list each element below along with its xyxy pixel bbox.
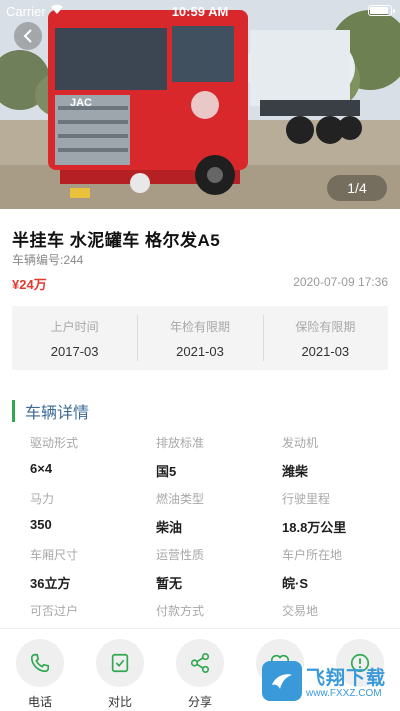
vehicle-title: 半挂车 水泥罐车 格尔发A5 bbox=[12, 231, 221, 250]
details-grid: 驱动形式 排放标准 发动机 6×4 国5 潍柴 马力 燃油类型 行驶里程 350… bbox=[30, 428, 400, 624]
detail-value: 18.8万公里 bbox=[282, 520, 347, 535]
compare-icon bbox=[96, 639, 144, 687]
detail-label: 排放标准 bbox=[156, 436, 205, 450]
key-date-insurance: 保险有限期 2021-03 bbox=[262, 306, 388, 370]
key-date-registration: 上户时间 2017-03 bbox=[12, 306, 137, 370]
bird-logo-icon bbox=[262, 661, 302, 701]
detail-label: 交易地 bbox=[282, 604, 319, 618]
vehicle-price: ¥24万 bbox=[12, 277, 47, 292]
detail-label-row: 驱动形式 排放标准 发动机 bbox=[30, 428, 400, 456]
watermark-title: 飞翔下载 bbox=[306, 668, 387, 689]
detail-value-row: 6×4 国5 潍柴 bbox=[30, 456, 400, 484]
back-button[interactable] bbox=[14, 22, 42, 50]
detail-label-row: 可否过户 付款方式 交易地 bbox=[30, 596, 400, 624]
detail-label: 车厢尺寸 bbox=[30, 548, 79, 562]
detail-label: 车户所在地 bbox=[282, 548, 343, 562]
photo-counter: 1/4 bbox=[327, 175, 387, 201]
detail-label: 发动机 bbox=[282, 436, 319, 450]
detail-label: 马力 bbox=[30, 492, 55, 506]
action-label: 分享 bbox=[187, 695, 212, 709]
detail-value: 柴油 bbox=[156, 520, 183, 535]
section-title: 车辆详情 bbox=[25, 405, 90, 422]
detail-label-row: 车厢尺寸 运营性质 车户所在地 bbox=[30, 540, 400, 568]
detail-label: 行驶里程 bbox=[282, 492, 331, 506]
clock-time: 10:59 AM bbox=[171, 4, 229, 19]
share-button[interactable]: 分享 bbox=[175, 639, 225, 710]
phone-icon bbox=[16, 639, 64, 687]
key-date-label: 上户时间 bbox=[50, 319, 99, 334]
key-date-value: 2021-03 bbox=[176, 343, 224, 359]
key-date-value: 2021-03 bbox=[301, 343, 350, 359]
detail-label: 运营性质 bbox=[156, 548, 205, 562]
key-date-value: 2017-03 bbox=[50, 343, 99, 359]
key-date-label: 保险有限期 bbox=[295, 319, 356, 334]
detail-label: 可否过户 bbox=[30, 604, 79, 618]
battery-icon bbox=[368, 5, 395, 16]
detail-value: 潍柴 bbox=[282, 464, 309, 479]
detail-label-row: 马力 燃油类型 行驶里程 bbox=[30, 484, 400, 512]
site-watermark: 飞翔下载 www.FXXZ.COM bbox=[262, 660, 392, 702]
detail-label: 驱动形式 bbox=[30, 436, 79, 450]
compare-button[interactable]: 对比 bbox=[95, 639, 145, 710]
detail-label: 燃油类型 bbox=[156, 492, 205, 506]
vehicle-number: 车辆编号:244 bbox=[12, 253, 84, 267]
detail-value: 皖·S bbox=[282, 576, 309, 591]
chevron-left-icon bbox=[23, 29, 32, 43]
share-icon bbox=[176, 639, 224, 687]
detail-value-row: 350 柴油 18.8万公里 bbox=[30, 512, 400, 540]
detail-value: 350 bbox=[30, 517, 52, 532]
call-button[interactable]: 电话 bbox=[15, 639, 65, 710]
key-date-inspection: 年检有限期 2021-03 bbox=[137, 306, 262, 370]
action-label: 电话 bbox=[27, 695, 52, 709]
battery-level bbox=[370, 7, 388, 14]
key-date-label: 年检有限期 bbox=[169, 319, 230, 334]
detail-value: 6×4 bbox=[30, 461, 53, 476]
detail-label: 付款方式 bbox=[156, 604, 205, 618]
detail-value: 国5 bbox=[156, 464, 177, 479]
detail-value: 暂无 bbox=[156, 576, 183, 591]
status-bar: Carrier 10:59 AM bbox=[0, 0, 400, 22]
detail-value: 36立方 bbox=[30, 576, 71, 591]
detail-value-row: 36立方 暂无 皖·S bbox=[30, 568, 400, 596]
key-dates-panel: 上户时间 2017-03 年检有限期 2021-03 保险有限期 2021-03 bbox=[12, 306, 388, 370]
watermark-url: www.FXXZ.COM bbox=[306, 688, 382, 699]
section-header-details: 车辆详情 bbox=[12, 398, 89, 424]
post-date: 2020-07-09 17:36 bbox=[293, 275, 388, 289]
section-accent-bar bbox=[12, 400, 15, 422]
action-label: 对比 bbox=[107, 695, 132, 709]
truck-brand: JAC bbox=[70, 97, 92, 109]
